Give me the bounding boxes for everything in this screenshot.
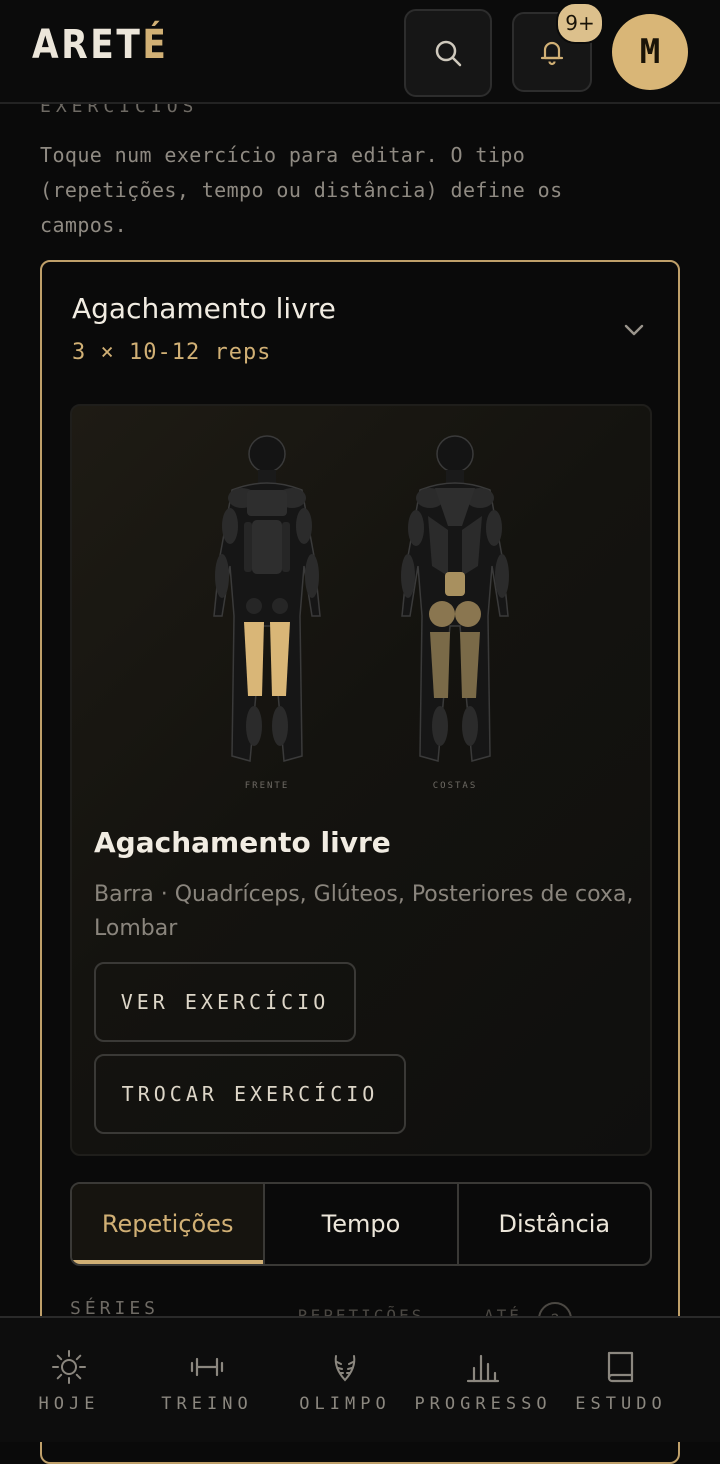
tab-time[interactable]: Tempo	[265, 1184, 459, 1264]
swap-exercise-button[interactable]: TROCAR EXERCÍCIO	[94, 1054, 406, 1134]
nav-label: TREINO	[161, 1394, 253, 1414]
app-logo[interactable]: ARETÉ	[32, 22, 168, 68]
front-body-figure: FRENTE	[213, 435, 321, 791]
exercise-card[interactable]: Agachamento livre 3 × 10-12 reps FRENTE …	[40, 260, 680, 1464]
tab-distance[interactable]: Distância	[459, 1184, 650, 1264]
exercise-detail-title: Agachamento livre	[94, 826, 391, 859]
book-icon	[607, 1351, 634, 1383]
tab-repetitions[interactable]: Repetições	[72, 1184, 266, 1264]
laurel-icon	[334, 1355, 356, 1382]
exercise-type-tabs: Repetições Tempo Distância	[70, 1182, 652, 1266]
nav-item-treino[interactable]: TREINO	[138, 1318, 276, 1442]
nav-item-olimpo[interactable]: OLIMPO	[276, 1318, 414, 1442]
search-button[interactable]	[404, 9, 492, 97]
exercise-detail-panel: FRENTE COSTAS Agachamento livre Barra · …	[70, 404, 652, 1156]
nav-label: OLIMPO	[299, 1394, 391, 1414]
bell-icon	[540, 41, 564, 66]
avatar[interactable]: M	[612, 14, 688, 90]
exercise-prescription: 3 × 10-12 reps	[72, 340, 272, 365]
muscle-map-diagram: FRENTE COSTAS	[213, 435, 509, 791]
chevron-down-icon[interactable]	[622, 318, 646, 342]
nav-item-hoje[interactable]: HOJE	[0, 1318, 138, 1442]
app-header: ARETÉ 9+ M	[0, 0, 720, 104]
nav-item-estudo[interactable]: ESTUDO	[552, 1318, 690, 1442]
search-icon	[435, 40, 462, 67]
bottom-navigation: HOJE TREINO OLIMPO PROGRESSO ESTUDO	[0, 1316, 720, 1442]
svg-text:COSTAS: COSTAS	[433, 781, 478, 791]
exercise-title: Agachamento livre	[72, 292, 336, 325]
nav-label: HOJE	[38, 1394, 100, 1414]
dumbbell-icon	[190, 1357, 224, 1377]
section-intro: Toque num exercício para editar. O tipo …	[40, 143, 563, 237]
nav-label: PROGRESSO	[414, 1394, 552, 1414]
view-exercise-button[interactable]: VER EXERCÍCIO	[94, 962, 356, 1042]
sun-icon	[52, 1350, 86, 1384]
notification-badge: 9+	[556, 2, 604, 44]
chart-icon	[466, 1354, 500, 1383]
svg-text:FRENTE: FRENTE	[245, 781, 290, 791]
nav-label: ESTUDO	[575, 1394, 667, 1414]
nav-item-progresso[interactable]: PROGRESSO	[414, 1318, 552, 1442]
exercise-detail-meta: Barra · Quadríceps, Glúteos, Posteriores…	[94, 882, 634, 941]
back-body-figure: COSTAS	[401, 435, 509, 791]
